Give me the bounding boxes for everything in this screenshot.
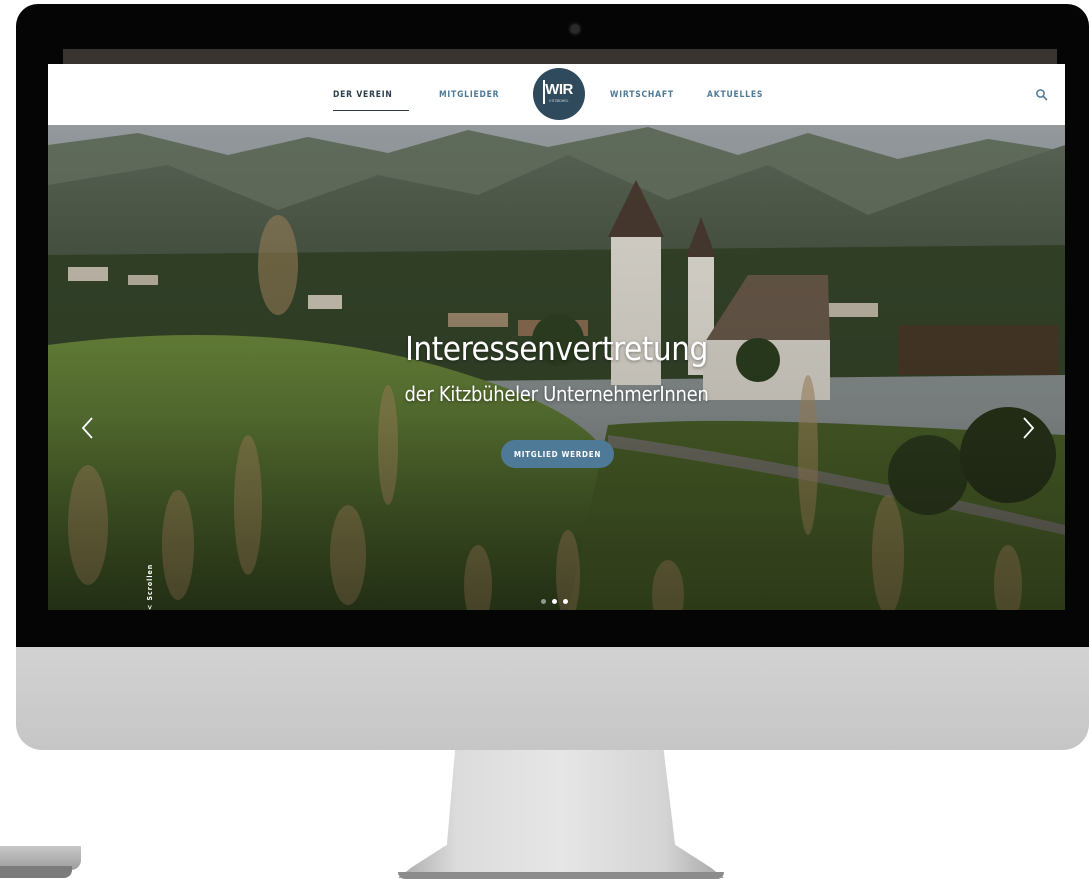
nav-active-underline bbox=[333, 110, 409, 111]
screen-top-strip bbox=[63, 49, 1057, 65]
monitor-stand-foot bbox=[398, 872, 724, 879]
logo-text: WIR bbox=[545, 80, 573, 98]
chevron-right-icon[interactable] bbox=[1018, 415, 1038, 441]
slider-dot[interactable] bbox=[563, 599, 568, 604]
monitor-chin bbox=[16, 647, 1089, 750]
hero-slider: Interessenvertretung der Kitzbüheler Unt… bbox=[48, 125, 1065, 610]
monitor-stand bbox=[398, 750, 724, 878]
nav-item-aktuelles[interactable]: AKTUELLES bbox=[707, 90, 763, 100]
slider-pagination bbox=[541, 599, 568, 604]
logo-subtext: KITZBÜHEL bbox=[549, 98, 569, 103]
hero-subtitle: der Kitzbüheler UnternehmerInnen bbox=[404, 382, 709, 406]
logo-mark-bar bbox=[543, 80, 545, 104]
keyboard-edge-shadow bbox=[0, 866, 72, 878]
website-screen: DER VEREIN MITGLIEDER WIR KITZBÜHEL WIRT… bbox=[48, 64, 1065, 610]
nav-item-wirtschaft[interactable]: WIRTSCHAFT bbox=[610, 90, 674, 100]
camera-icon bbox=[570, 24, 580, 34]
top-navigation: DER VEREIN MITGLIEDER WIR KITZBÜHEL WIRT… bbox=[48, 64, 1065, 125]
become-member-button[interactable]: MITGLIED WERDEN bbox=[501, 440, 614, 468]
slider-dot-active[interactable] bbox=[552, 599, 557, 604]
slider-dot[interactable] bbox=[541, 599, 546, 604]
wir-logo[interactable]: WIR KITZBÜHEL bbox=[533, 68, 585, 120]
nav-item-mitglieder[interactable]: MITGLIEDER bbox=[439, 90, 499, 100]
search-icon[interactable] bbox=[1035, 88, 1049, 102]
scroll-hint[interactable]: < Scrollen bbox=[146, 564, 154, 610]
chevron-left-icon[interactable] bbox=[78, 415, 98, 441]
hero-title: Interessenvertretung bbox=[405, 329, 708, 368]
nav-item-der-verein[interactable]: DER VEREIN bbox=[333, 90, 393, 100]
